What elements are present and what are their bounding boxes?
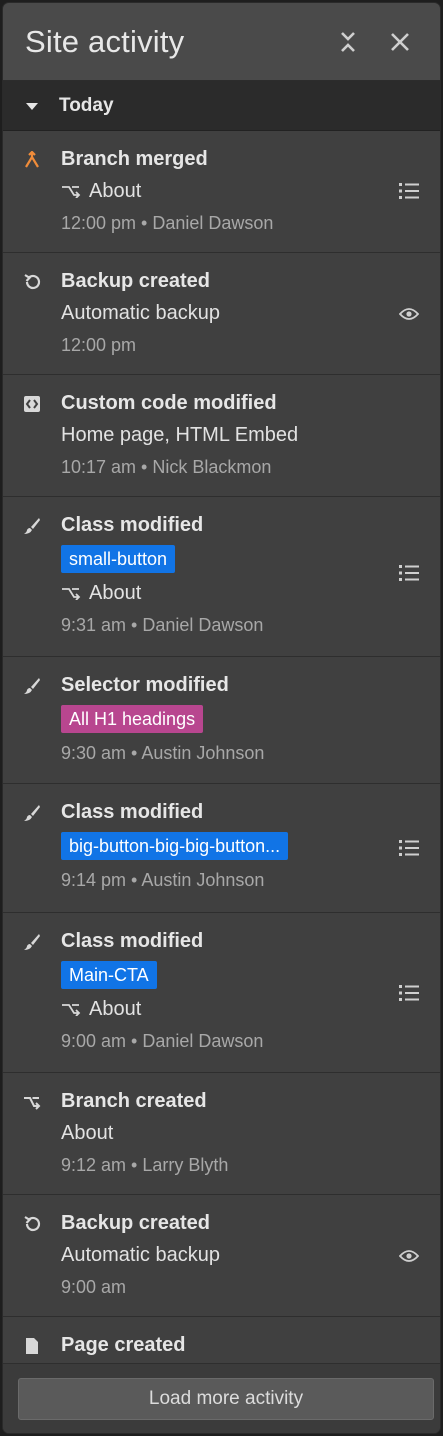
panel-title: Site activity bbox=[25, 23, 185, 59]
activity-branch: About bbox=[61, 581, 380, 605]
activity-item: Class modified Main-CTA About 9:00 am • … bbox=[3, 913, 440, 1073]
collapse-icon bbox=[341, 31, 355, 52]
activity-title: Backup created bbox=[61, 1212, 210, 1234]
backup-icon bbox=[24, 274, 41, 290]
brush-icon bbox=[24, 934, 40, 950]
branch-icon bbox=[61, 184, 81, 198]
collapse-button[interactable] bbox=[330, 24, 366, 60]
activity-title: Class modified bbox=[61, 514, 204, 536]
activity-title: Custom code modified bbox=[61, 392, 277, 414]
activity-title: Class modified bbox=[61, 930, 204, 952]
preview-button[interactable] bbox=[396, 301, 422, 327]
branch-icon bbox=[61, 586, 81, 600]
list-icon bbox=[399, 183, 419, 199]
branch-name: About bbox=[89, 582, 142, 604]
close-button[interactable] bbox=[382, 24, 418, 60]
activity-title: Selector modified bbox=[61, 674, 229, 696]
brush-icon bbox=[24, 805, 40, 821]
eye-icon bbox=[399, 308, 419, 320]
activity-title: Page created bbox=[61, 1334, 186, 1356]
activity-meta: 9:14 pm • Austin Johnson bbox=[61, 870, 265, 890]
code-embed-icon bbox=[24, 396, 40, 412]
activity-title: Class modified bbox=[61, 801, 204, 823]
activity-meta: 9:30 am • Austin Johnson bbox=[61, 743, 265, 763]
activity-title: Backup created bbox=[61, 270, 210, 292]
brush-icon bbox=[24, 518, 40, 534]
details-button[interactable] bbox=[396, 560, 422, 586]
activity-branch: About bbox=[61, 997, 380, 1021]
activity-item: Selector modified All H1 headings 9:30 a… bbox=[3, 657, 440, 784]
activity-meta: 12:00 pm • Daniel Dawson bbox=[61, 213, 274, 233]
activity-meta: 9:12 am • Larry Blyth bbox=[61, 1155, 229, 1175]
preview-button[interactable] bbox=[396, 1243, 422, 1269]
class-tag[interactable]: Main-CTA bbox=[61, 961, 157, 989]
load-more-button[interactable]: Load more activity bbox=[18, 1378, 434, 1420]
activity-item: Backup created Automatic backup 12:00 pm bbox=[3, 253, 440, 375]
branch-name: About bbox=[89, 180, 142, 202]
list-icon bbox=[399, 985, 419, 1001]
panel-footer: Load more activity bbox=[3, 1363, 440, 1433]
list-icon bbox=[399, 565, 419, 581]
activity-meta: 10:17 am • Nick Blackmon bbox=[61, 457, 272, 477]
activity-item: Backup created Automatic backup 9:00 am bbox=[3, 1195, 440, 1317]
activity-meta: 9:31 am • Daniel Dawson bbox=[61, 615, 264, 635]
activity-item: Branch merged About 12:00 pm • Daniel Da… bbox=[3, 131, 440, 253]
activity-title: Branch merged bbox=[61, 148, 208, 170]
activity-item: Custom code modified Home page, HTML Emb… bbox=[3, 375, 440, 497]
section-today[interactable]: Today bbox=[3, 81, 440, 131]
activity-branch: About bbox=[61, 179, 380, 203]
activity-subtitle: Automatic backup bbox=[61, 302, 220, 324]
activity-item: Class modified small-button About 9:31 a… bbox=[3, 497, 440, 657]
activity-item: Branch created About 9:12 am • Larry Bly… bbox=[3, 1073, 440, 1195]
activity-meta: 9:00 am • Daniel Dawson bbox=[61, 1031, 264, 1051]
activity-item: Class modified big-button-big-big-button… bbox=[3, 784, 440, 913]
activity-meta: 12:00 pm bbox=[61, 335, 137, 355]
activity-subtitle: Automatic backup bbox=[61, 1244, 220, 1266]
section-label: Today bbox=[59, 94, 114, 116]
details-button[interactable] bbox=[396, 178, 422, 204]
branch-icon bbox=[24, 1097, 41, 1110]
site-activity-panel: Site activity Today Branch merged About … bbox=[2, 2, 441, 1434]
eye-icon bbox=[399, 1250, 419, 1262]
class-tag[interactable]: big-button-big-big-button... bbox=[61, 832, 289, 860]
backup-icon bbox=[24, 1216, 41, 1232]
caret-down-icon bbox=[26, 102, 38, 110]
branch-icon bbox=[61, 1002, 81, 1016]
activity-subtitle: About bbox=[61, 1122, 114, 1144]
branch-merge-icon bbox=[25, 151, 39, 168]
brush-icon bbox=[24, 678, 40, 694]
selector-tag[interactable]: All H1 headings bbox=[61, 705, 204, 733]
details-button[interactable] bbox=[396, 980, 422, 1006]
list-icon bbox=[399, 840, 419, 856]
branch-name: About bbox=[89, 998, 142, 1020]
details-button[interactable] bbox=[396, 835, 422, 861]
activity-title: Branch created bbox=[61, 1090, 207, 1112]
page-icon bbox=[26, 1338, 38, 1354]
class-tag[interactable]: small-button bbox=[61, 545, 176, 573]
panel-header: Site activity bbox=[3, 3, 440, 81]
activity-meta: 9:00 am bbox=[61, 1277, 127, 1297]
close-icon bbox=[391, 32, 409, 51]
activity-subtitle: Home page, HTML Embed bbox=[61, 424, 299, 446]
